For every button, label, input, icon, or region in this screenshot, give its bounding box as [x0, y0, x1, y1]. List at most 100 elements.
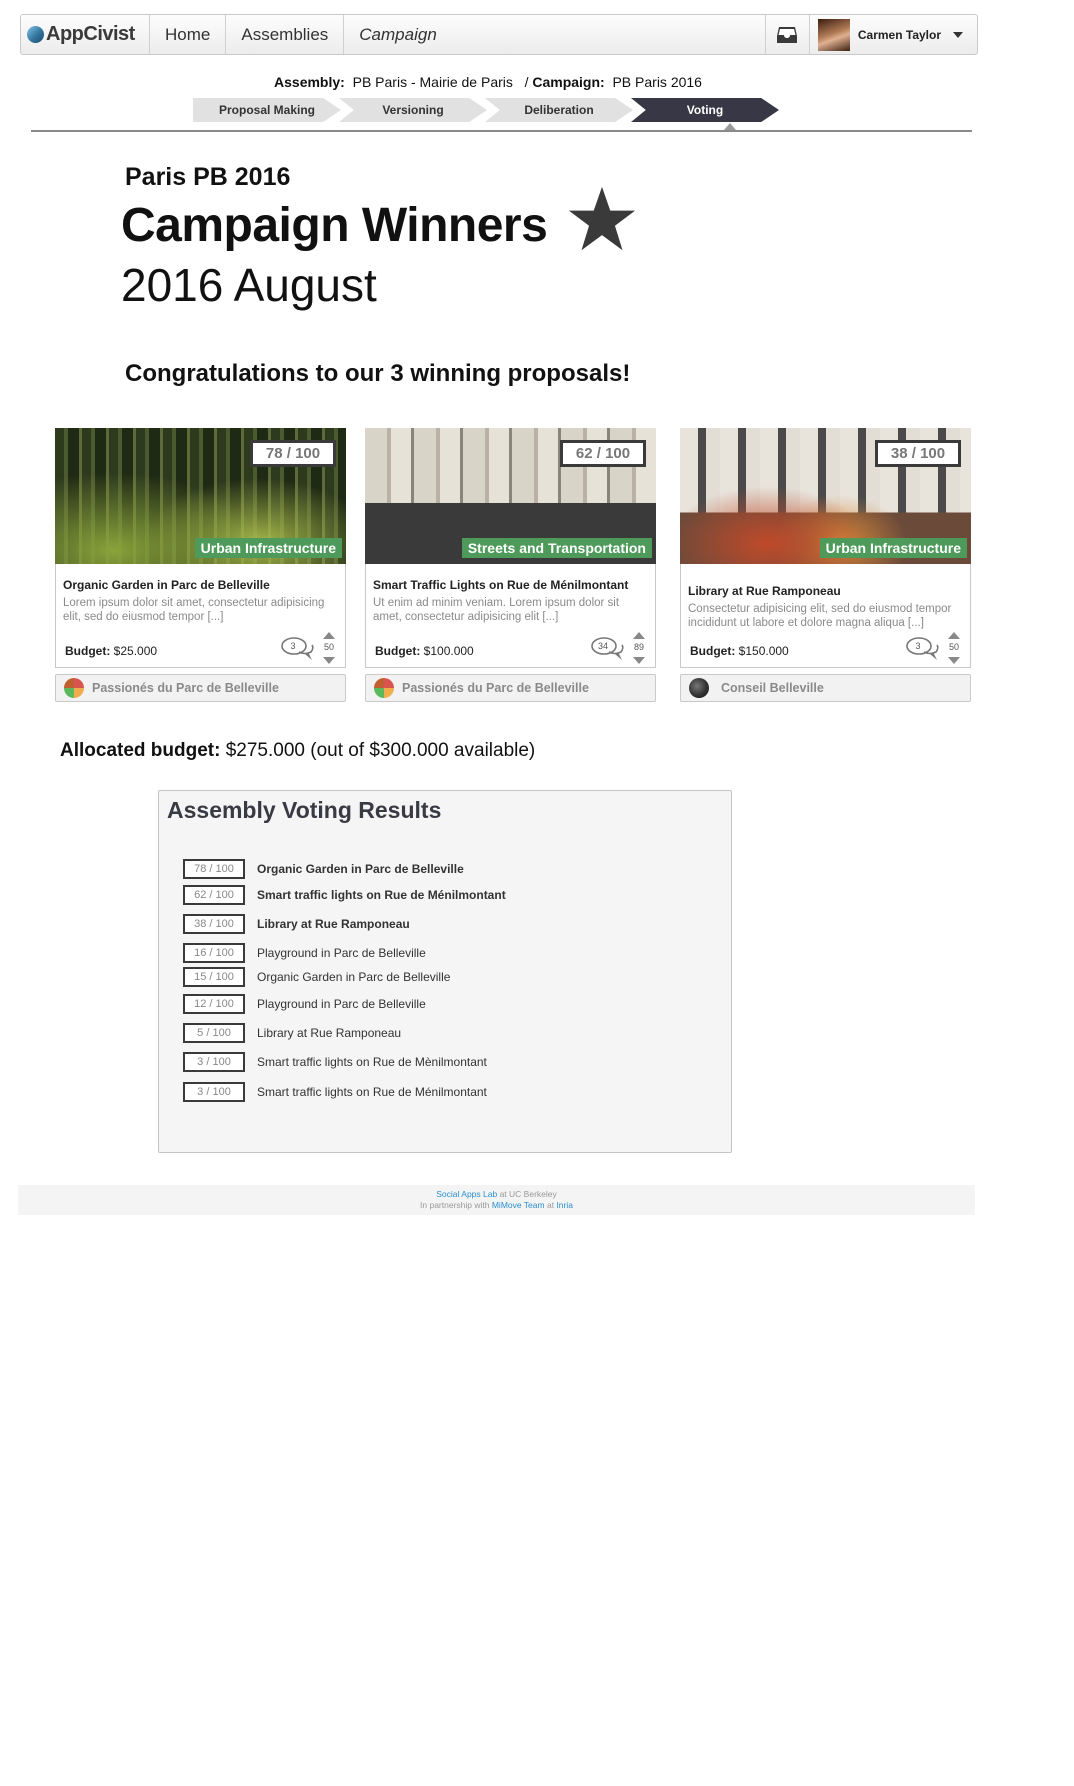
inbox-button[interactable] — [766, 15, 810, 54]
budget-label: Budget: — [690, 644, 736, 658]
result-name: Smart traffic lights on Rue de Ménilmont… — [257, 1085, 487, 1099]
stage-progress: Proposal Making Versioning Deliberation … — [193, 98, 779, 122]
nav-campaign[interactable]: Campaign — [344, 15, 766, 54]
result-name: Smart traffic lights on Rue de Mènilmont… — [257, 1055, 487, 1069]
working-group[interactable]: Passionés du Parc de Belleville — [55, 674, 346, 702]
group-name: Passionés du Parc de Belleville — [402, 681, 589, 695]
social-apps-lab-link[interactable]: Social Apps Lab — [436, 1189, 497, 1199]
result-score: 3 / 100 — [183, 1082, 245, 1102]
logo-text: AppCivist — [46, 23, 135, 45]
result-row[interactable]: 38 / 100 Library at Rue Ramponeau — [183, 914, 410, 934]
chevron-down-icon — [953, 31, 963, 38]
result-row[interactable]: 16 / 100 Playground in Parc de Bellevill… — [183, 943, 426, 963]
nav-home[interactable]: Home — [150, 15, 227, 54]
proposal-card[interactable]: 38 / 100 Urban Infrastructure Library at… — [680, 428, 971, 702]
campaign-label: Campaign: — [532, 74, 605, 90]
result-row[interactable]: 12 / 100 Playground in Parc de Bellevill… — [183, 994, 426, 1014]
result-score: 62 / 100 — [183, 885, 245, 905]
vote-widget: 50 — [321, 632, 337, 664]
vote-widget: 89 — [631, 632, 647, 664]
result-name: Organic Garden in Parc de Belleville — [257, 970, 451, 984]
theme-tag[interactable]: Urban Infrastructure — [819, 538, 967, 558]
comments-button[interactable]: 3 — [906, 636, 940, 662]
allocated-budget: Allocated budget: $275.000 (out of $300.… — [60, 740, 535, 762]
proposal-description: Lorem ipsum dolor sit amet, consectetur … — [63, 597, 325, 623]
star-icon — [568, 186, 636, 251]
current-stage-marker — [724, 123, 736, 130]
stage-voting[interactable]: Voting — [631, 98, 779, 122]
page-title: Campaign Winners — [121, 199, 548, 252]
comments-button[interactable]: 34 — [591, 636, 625, 662]
score-badge: 78 / 100 — [250, 440, 336, 467]
result-score: 5 / 100 — [183, 1023, 245, 1043]
proposal-image: 78 / 100 Urban Infrastructure — [55, 428, 346, 564]
result-name: Smart traffic lights on Rue de Ménilmont… — [257, 888, 506, 902]
campaign-link[interactable]: PB Paris 2016 — [612, 74, 702, 90]
upvote-icon[interactable] — [633, 632, 645, 639]
result-score: 78 / 100 — [183, 859, 245, 879]
result-name: Library at Rue Ramponeau — [257, 917, 410, 931]
proposal-budget: Budget: $100.000 — [375, 644, 474, 658]
comment-count: 34 — [597, 641, 608, 651]
mimove-link[interactable]: MiMove Team — [492, 1200, 545, 1210]
campaign-name: Paris PB 2016 — [125, 163, 291, 191]
budget-value: $25.000 — [113, 644, 158, 658]
footer-lab-suffix: at UC Berkeley — [499, 1189, 557, 1199]
proposal-budget: Budget: $25.000 — [65, 644, 157, 658]
stage-versioning[interactable]: Versioning — [339, 98, 487, 122]
comment-count: 3 — [915, 641, 921, 651]
proposal-title[interactable]: Smart Traffic Lights on Rue de Ménilmont… — [373, 578, 647, 592]
card-body: Library at Rue Ramponeau Consectetur adi… — [680, 564, 971, 668]
stage-proposal-making[interactable]: Proposal Making — [193, 98, 341, 122]
proposal-budget: Budget: $150.000 — [690, 644, 789, 658]
group-name: Passionés du Parc de Belleville — [92, 681, 279, 695]
result-name: Organic Garden in Parc de Belleville — [257, 862, 464, 876]
footer-line-1: Social Apps Lab at UC Berkeley — [18, 1189, 975, 1200]
upvote-icon[interactable] — [323, 632, 335, 639]
budget-label: Budget: — [65, 644, 111, 658]
result-row[interactable]: 15 / 100 Organic Garden in Parc de Belle… — [183, 967, 450, 987]
comments-button[interactable]: 3 — [281, 636, 315, 662]
app-logo[interactable]: AppCivist — [21, 15, 150, 54]
result-score: 15 / 100 — [183, 967, 245, 987]
result-row[interactable]: 78 / 100 Organic Garden in Parc de Belle… — [183, 859, 464, 879]
breadcrumb-separator: / — [524, 74, 529, 90]
assembly-link[interactable]: PB Paris - Mairie de Paris — [353, 74, 513, 90]
result-row[interactable]: 62 / 100 Smart traffic lights on Rue de … — [183, 885, 506, 905]
footer: Social Apps Lab at UC Berkeley In partne… — [18, 1185, 975, 1215]
user-name: Carmen Taylor — [857, 27, 941, 42]
theme-tag[interactable]: Urban Infrastructure — [194, 538, 342, 558]
proposal-title[interactable]: Organic Garden in Parc de Belleville — [63, 578, 337, 592]
proposal-title[interactable]: Library at Rue Ramponeau — [688, 584, 962, 598]
avatar — [817, 18, 850, 51]
result-row[interactable]: 3 / 100 Smart traffic lights on Rue de M… — [183, 1052, 487, 1072]
allocated-label: Allocated budget: — [60, 740, 221, 761]
budget-value: $100.000 — [423, 644, 474, 658]
vote-count: 50 — [948, 642, 959, 652]
working-group[interactable]: Passionés du Parc de Belleville — [365, 674, 656, 702]
user-menu[interactable]: Carmen Taylor — [810, 15, 977, 54]
score-badge: 62 / 100 — [560, 440, 646, 467]
proposal-image: 62 / 100 Streets and Transportation — [365, 428, 656, 564]
downvote-icon[interactable] — [633, 657, 645, 664]
group-avatar — [64, 678, 84, 698]
theme-tag[interactable]: Streets and Transportation — [461, 538, 652, 558]
proposal-description: Consectetur adipisicing elit, sed do eiu… — [688, 603, 952, 629]
stage-deliberation[interactable]: Deliberation — [485, 98, 633, 122]
proposal-card[interactable]: 78 / 100 Urban Infrastructure Organic Ga… — [55, 428, 346, 702]
result-row[interactable]: 5 / 100 Library at Rue Ramponeau — [183, 1023, 401, 1043]
proposal-card[interactable]: 62 / 100 Streets and Transportation Smar… — [365, 428, 656, 702]
group-name: Conseil Belleville — [721, 681, 824, 695]
working-group[interactable]: Conseil Belleville — [680, 674, 971, 702]
comment-count: 3 — [290, 641, 296, 651]
vote-count: 89 — [633, 642, 644, 652]
inbox-icon — [777, 26, 798, 43]
nav-assemblies[interactable]: Assemblies — [226, 15, 345, 54]
result-score: 12 / 100 — [183, 994, 245, 1014]
downvote-icon[interactable] — [323, 657, 335, 664]
inria-link[interactable]: Inria — [556, 1200, 573, 1210]
upvote-icon[interactable] — [948, 632, 960, 639]
downvote-icon[interactable] — [948, 657, 960, 664]
vote-widget: 50 — [946, 632, 962, 664]
result-row[interactable]: 3 / 100 Smart traffic lights on Rue de M… — [183, 1082, 487, 1102]
